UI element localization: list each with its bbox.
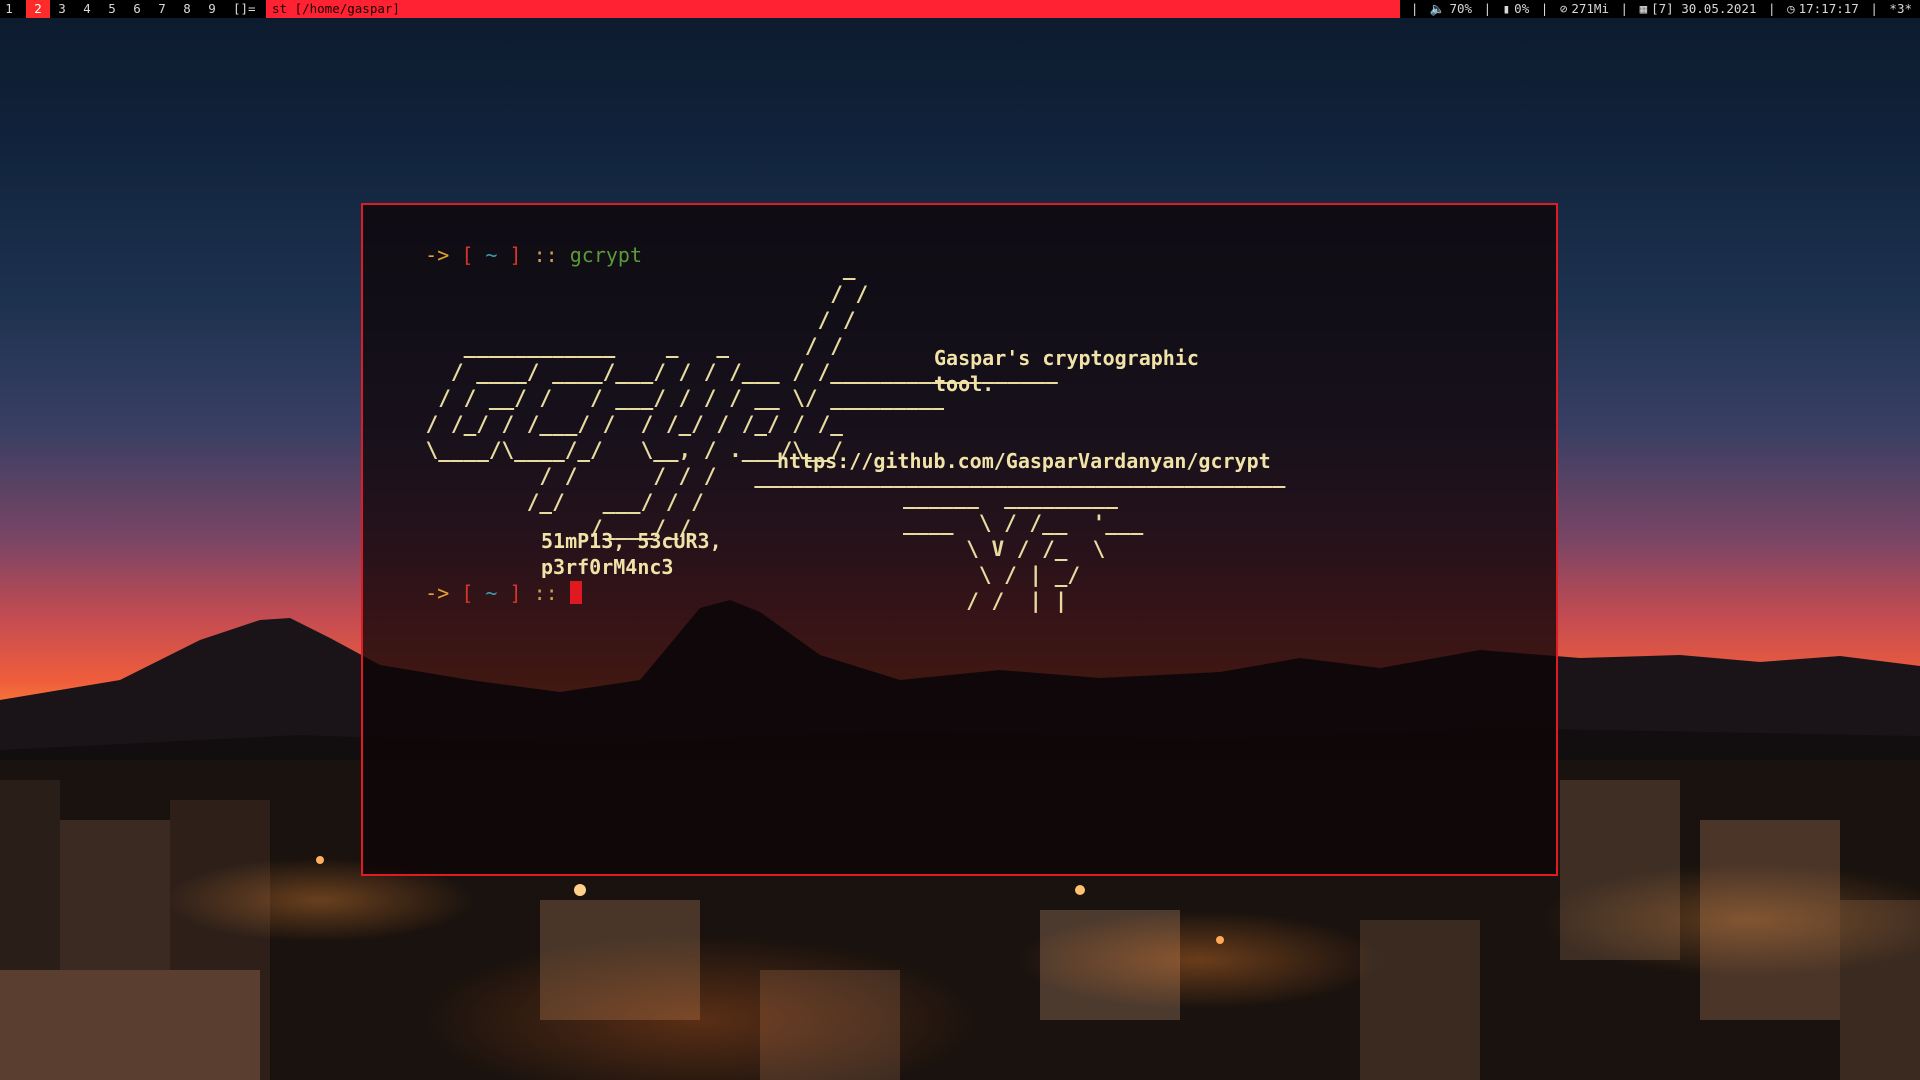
- date-value: [7] 30.05.2021: [1651, 1, 1757, 16]
- tag-8[interactable]: 8: [180, 0, 194, 18]
- tag-9[interactable]: 9: [205, 0, 219, 18]
- prompt-arrow: ->: [425, 581, 450, 605]
- tag-5[interactable]: 5: [105, 0, 119, 18]
- separator: |: [1410, 1, 1419, 16]
- separator: |: [1483, 1, 1492, 16]
- window-title-text: st [/home/gaspar]: [272, 1, 400, 16]
- extra-indicator: *3*: [1889, 1, 1912, 16]
- separator: |: [1540, 1, 1549, 16]
- prompt-line-2: -> [ ~ ] ::: [377, 554, 582, 632]
- prompt-close-bracket: ]: [509, 581, 522, 605]
- repository-url: https://github.com/GasparVardanyan/gcryp…: [777, 449, 1271, 473]
- tag-7[interactable]: 7: [155, 0, 169, 18]
- volume-value: 70%: [1449, 1, 1473, 16]
- prompt-open-bracket: [: [461, 581, 474, 605]
- memory-icon: ⊘: [1559, 1, 1568, 16]
- tagline: Gaspar's cryptographic tool.: [934, 346, 1199, 396]
- tag-3[interactable]: 3: [55, 0, 69, 18]
- battery-icon: ▮: [1502, 1, 1511, 16]
- prompt-separator: ::: [533, 581, 558, 605]
- memory-value: 271Mi: [1571, 1, 1609, 16]
- window-title: st [/home/gaspar]: [266, 0, 1400, 18]
- tag-1[interactable]: 1: [2, 0, 16, 18]
- volume-icon: 🔈: [1429, 1, 1446, 16]
- terminal-cursor[interactable]: [569, 581, 582, 604]
- terminal-window[interactable]: -> [ ~ ] :: gcrypt _ / / / / ___________…: [361, 203, 1558, 876]
- layout-indicator[interactable]: []=: [233, 0, 256, 18]
- gcrypt-ascii-logo: _ / / / / ____________ _ _ / / / ____/ _…: [425, 256, 1286, 540]
- tag-4[interactable]: 4: [80, 0, 94, 18]
- separator: |: [1870, 1, 1878, 16]
- vp-ascii-logo: ______ _________ ____ \ / /__ '___ \ V /…: [903, 485, 1144, 613]
- battery-value: 0%: [1514, 1, 1530, 16]
- calendar-icon: ▦: [1639, 1, 1648, 16]
- separator: |: [1620, 1, 1629, 16]
- status-bar: 1 2 3 4 5 6 7 8 9 []= st [/home/gaspar] …: [0, 0, 1920, 18]
- clock-icon: ◷: [1787, 1, 1795, 16]
- prompt-cwd: ~: [485, 581, 498, 605]
- separator: |: [1768, 1, 1776, 16]
- tag-2[interactable]: 2: [26, 0, 50, 18]
- status-blocks: | 🔈 70% | ▮ 0% | ⊘ 271Mi | ▦ [7] 30.05.2021 …: [1409, 0, 1914, 18]
- tag-6[interactable]: 6: [130, 0, 144, 18]
- time-value: 17:17:17: [1798, 1, 1859, 16]
